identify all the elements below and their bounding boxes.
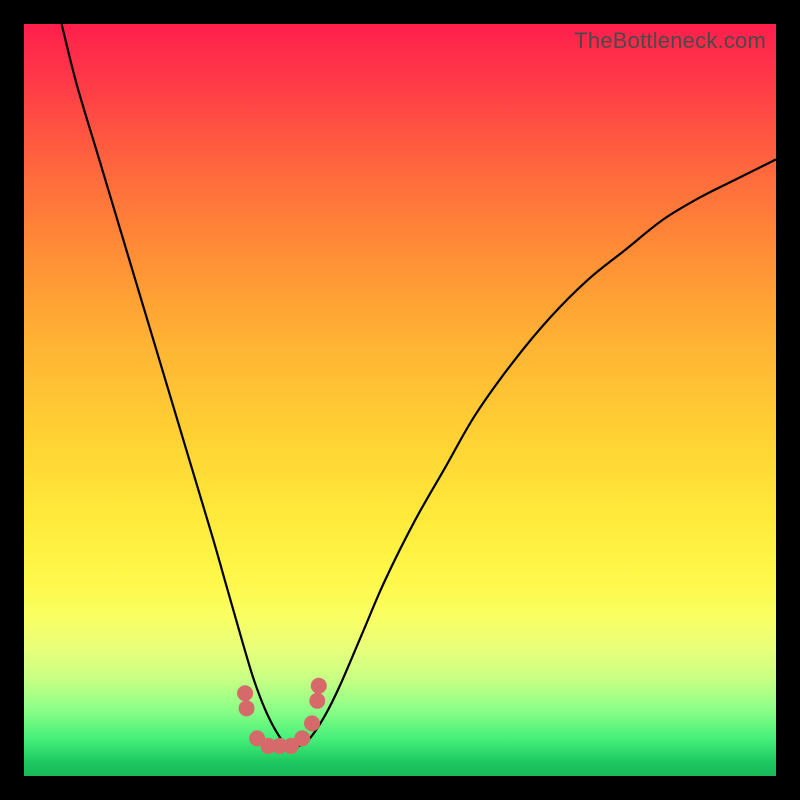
data-point: [309, 693, 325, 709]
data-point: [239, 700, 255, 716]
curve-overlay: [24, 24, 776, 776]
data-point: [237, 685, 253, 701]
data-point: [311, 678, 327, 694]
chart-frame: TheBottleneck.com: [0, 0, 800, 800]
data-point: [294, 730, 310, 746]
plot-area: TheBottleneck.com: [24, 24, 776, 776]
data-point: [304, 715, 320, 731]
curve-line: [62, 24, 776, 747]
